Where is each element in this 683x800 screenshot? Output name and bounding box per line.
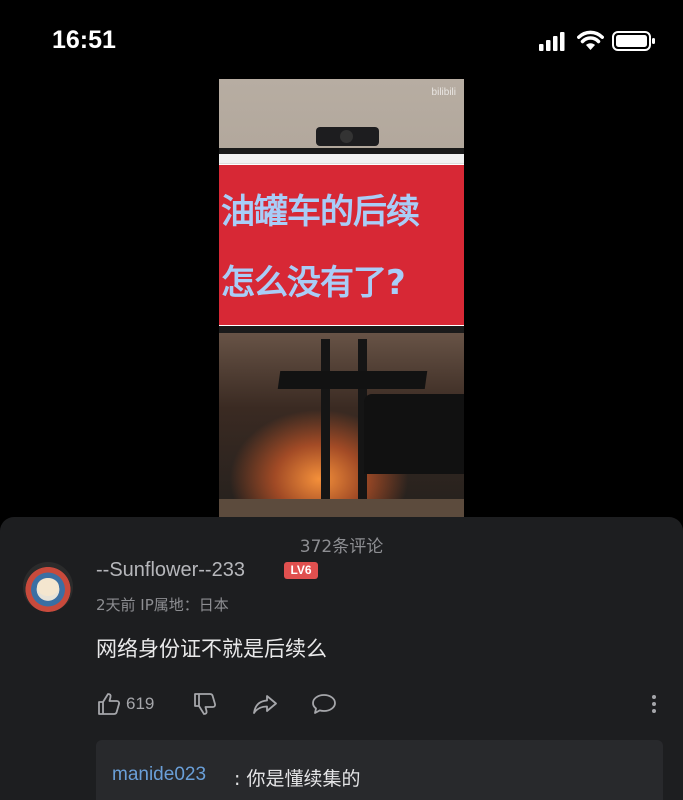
more-options-button[interactable]	[645, 689, 663, 719]
status-time: 16:51	[52, 26, 116, 54]
thumbs-down-icon	[192, 691, 218, 717]
reply-text: : 你是懂续集的	[234, 768, 361, 790]
webcam	[316, 127, 379, 146]
stand-shelf	[277, 371, 428, 389]
status-bar: 16:51	[0, 0, 683, 80]
level-badge: LV6	[284, 562, 318, 579]
like-button[interactable]: 619	[96, 689, 154, 719]
monitor-window-bar	[219, 154, 464, 164]
floor	[219, 499, 464, 518]
comment-count: 372条评论	[299, 537, 384, 557]
comment-bubble-icon	[311, 691, 337, 717]
monitor-stand	[321, 339, 330, 504]
comment-text[interactable]: 网络身份证不就是后续么	[96, 633, 327, 663]
share-icon	[252, 691, 278, 717]
monitor	[219, 148, 464, 333]
video-caption-line-2: 怎么没有了?	[221, 263, 406, 303]
bilibili-watermark: bilibili	[431, 87, 456, 98]
like-count: 619	[126, 694, 155, 713]
video-caption-line-1: 油罐车的后续	[221, 192, 420, 232]
avatar[interactable]	[23, 562, 73, 612]
signal-icon	[539, 32, 565, 51]
reply-button[interactable]	[311, 689, 337, 719]
dislike-button[interactable]	[192, 689, 218, 719]
reply-preview[interactable]: manide023 : 你是懂续集的	[96, 740, 663, 800]
avatar-face	[37, 578, 59, 596]
comment-username[interactable]: --Sunflower--233	[96, 559, 245, 582]
comments-panel: 372条评论 --Sunflower--233 LV6 2天前 IP属地：日本 …	[0, 517, 683, 800]
thumbs-up-icon	[96, 691, 122, 717]
video-player[interactable]: bilibili 油罐车的后续 怎么没有了?	[219, 79, 464, 518]
share-button[interactable]	[252, 689, 278, 719]
comment-meta: 2天前 IP属地：日本	[96, 596, 229, 614]
chair	[364, 394, 464, 474]
reply-username[interactable]: manide023	[112, 764, 206, 786]
wifi-icon	[577, 30, 604, 50]
more-vertical-icon	[645, 691, 663, 717]
battery-icon	[612, 31, 655, 51]
